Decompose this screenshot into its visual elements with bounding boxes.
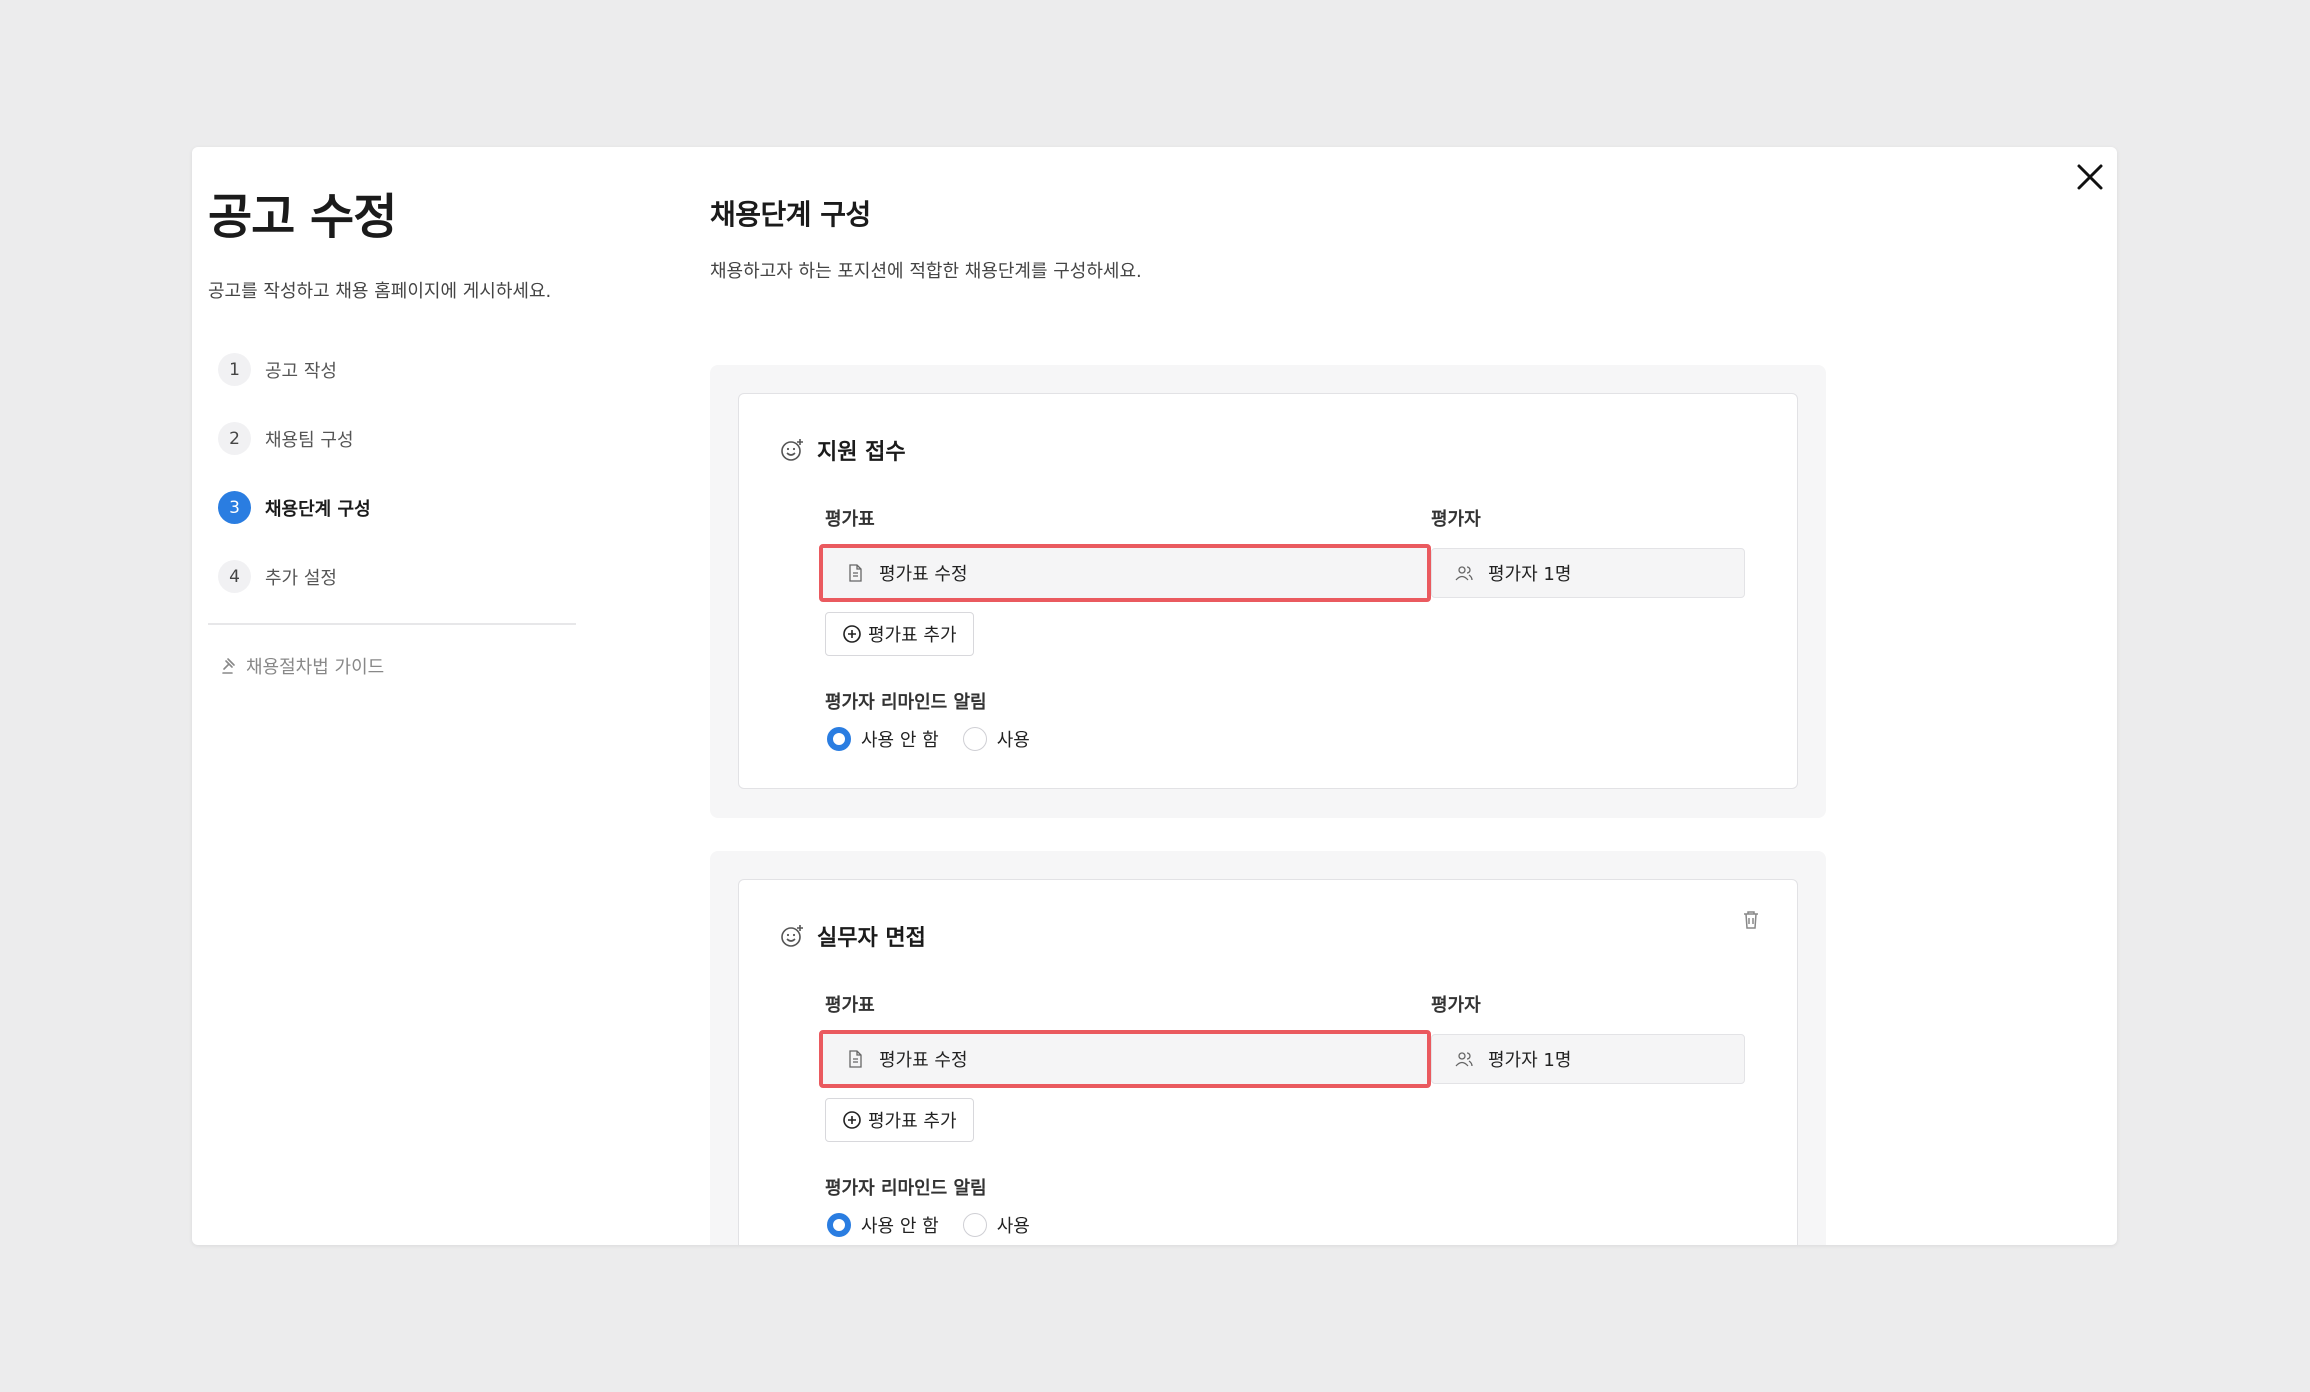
smile-plus-icon: [781, 439, 803, 461]
reminder-label: 평가자 리마인드 알림: [825, 1178, 987, 1199]
scorecard-edit-field[interactable]: 평가표 수정: [819, 1030, 1431, 1088]
document-icon: [849, 1050, 862, 1068]
radio-button-selected[interactable]: [827, 727, 851, 751]
stage-name: 실무자 면접: [817, 926, 926, 951]
section-title: 채용단계 구성: [710, 198, 871, 231]
scorecard-label: 평가표: [825, 509, 875, 530]
step-number: 4: [218, 560, 251, 594]
step-label: 공고 작성: [265, 360, 337, 382]
reminder-option-off[interactable]: 사용 안 함: [827, 726, 939, 752]
stage-card-application: 지원 접수 평가표 평가자 평가표 수정 평가자 1명 평가표 추가 평가자 리…: [738, 393, 1798, 789]
step-number: 3: [218, 491, 251, 525]
stage-card-interview: 실무자 면접 평가표 평가자 평가표 수정 평가자 1명 평가표 추가 평가자 …: [738, 879, 1798, 1245]
close-button[interactable]: [2070, 157, 2110, 197]
gavel-icon: [222, 657, 235, 674]
step-item-additional-settings[interactable]: 4 추가 설정: [208, 554, 578, 600]
reminder-radio-group: 사용 안 함 사용: [827, 1212, 1054, 1238]
step-label: 채용단계 구성: [265, 498, 371, 520]
people-icon: [1455, 1052, 1473, 1067]
close-icon: [2077, 164, 2103, 190]
stage-header: 실무자 면접: [779, 920, 926, 952]
step-list: 1 공고 작성 2 채용팀 구성 3 채용단계 구성 4 추가 설정: [208, 347, 578, 600]
scorecard-edit-field[interactable]: 평가표 수정: [819, 544, 1431, 602]
evaluator-label: 평가자: [1431, 995, 1481, 1016]
radio-label: 사용: [996, 730, 1030, 751]
step-number: 2: [218, 422, 251, 456]
step-item-hiring-stages[interactable]: 3 채용단계 구성: [208, 485, 578, 531]
evaluator-value: 평가자 1명: [1488, 1050, 1572, 1071]
stage-header: 지원 접수: [779, 434, 906, 466]
step-number: 1: [218, 353, 251, 387]
evaluator-value: 평가자 1명: [1488, 564, 1572, 585]
smile-plus-icon: [781, 925, 803, 947]
plus-circle-icon: [843, 1111, 861, 1129]
stage-container: 지원 접수 평가표 평가자 평가표 수정 평가자 1명 평가표 추가 평가자 리…: [710, 365, 1826, 818]
plus-circle-icon: [843, 625, 861, 643]
reminder-option-on[interactable]: 사용: [962, 1212, 1030, 1238]
hiring-law-guide-link[interactable]: 채용절차법 가이드: [208, 653, 578, 679]
stage-name: 지원 접수: [817, 440, 906, 465]
people-icon: [1455, 566, 1473, 581]
stage-container: 실무자 면접 평가표 평가자 평가표 수정 평가자 1명 평가표 추가 평가자 …: [710, 851, 1826, 1245]
scorecard-value: 평가표 수정: [879, 1050, 968, 1071]
step-label: 추가 설정: [265, 567, 337, 589]
reminder-label: 평가자 리마인드 알림: [825, 692, 987, 713]
radio-button[interactable]: [962, 727, 987, 751]
radio-label: 사용 안 함: [861, 730, 939, 751]
evaluator-field[interactable]: 평가자 1명: [1431, 548, 1745, 598]
sidebar-divider: [208, 622, 576, 625]
radio-button-selected[interactable]: [827, 1213, 851, 1237]
trash-icon[interactable]: [1739, 908, 1763, 932]
add-scorecard-label: 평가표 추가: [868, 1111, 957, 1132]
edit-job-modal: 공고 수정 공고를 작성하고 채용 홈페이지에 게시하세요. 1 공고 작성 2…: [192, 147, 2117, 1245]
scorecard-value: 평가표 수정: [879, 564, 968, 585]
add-scorecard-button[interactable]: 평가표 추가: [825, 1098, 974, 1142]
radio-button[interactable]: [962, 1213, 987, 1237]
reminder-option-on[interactable]: 사용: [962, 726, 1030, 752]
step-item-job-posting[interactable]: 1 공고 작성: [208, 347, 578, 393]
radio-label: 사용 안 함: [861, 1216, 939, 1237]
section-description: 채용하고자 하는 포지션에 적합한 채용단계를 구성하세요.: [710, 261, 1142, 282]
sidebar: 공고 수정 공고를 작성하고 채용 홈페이지에 게시하세요. 1 공고 작성 2…: [208, 189, 578, 679]
radio-label: 사용: [996, 1216, 1030, 1237]
add-scorecard-label: 평가표 추가: [868, 625, 957, 646]
scorecard-label: 평가표: [825, 995, 875, 1016]
guide-label: 채용절차법 가이드: [246, 656, 385, 678]
step-item-hiring-team[interactable]: 2 채용팀 구성: [208, 416, 578, 462]
evaluator-field[interactable]: 평가자 1명: [1431, 1034, 1745, 1084]
evaluator-label: 평가자: [1431, 509, 1481, 530]
add-scorecard-button[interactable]: 평가표 추가: [825, 612, 974, 656]
main-content: 채용단계 구성 채용하고자 하는 포지션에 적합한 채용단계를 구성하세요. 지…: [710, 193, 1830, 1245]
page-title: 공고 수정: [208, 189, 397, 245]
reminder-radio-group: 사용 안 함 사용: [827, 726, 1054, 752]
reminder-option-off[interactable]: 사용 안 함: [827, 1212, 939, 1238]
document-icon: [849, 564, 862, 582]
step-label: 채용팀 구성: [265, 429, 354, 451]
page-description: 공고를 작성하고 채용 홈페이지에 게시하세요.: [208, 280, 552, 302]
